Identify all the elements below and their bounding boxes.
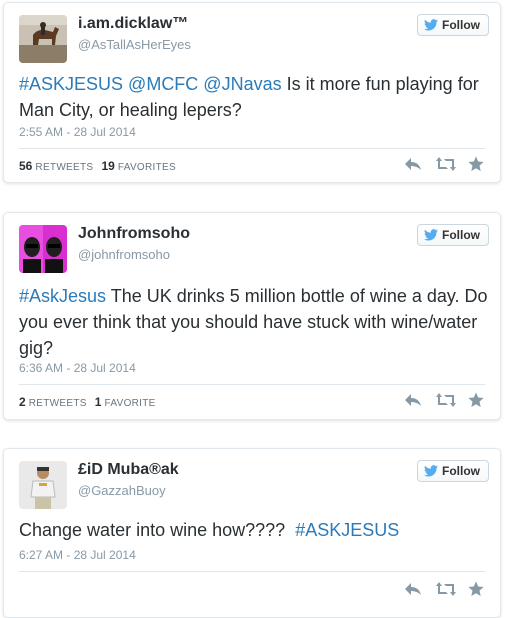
reply-icon[interactable] xyxy=(404,581,422,597)
tweet-stats: 2 RETWEETS 1 FAVORITE xyxy=(19,395,161,409)
follow-button[interactable]: Follow xyxy=(417,224,489,246)
tweet-actions xyxy=(404,392,486,408)
reply-icon[interactable] xyxy=(404,156,422,172)
follow-button[interactable]: Follow xyxy=(417,460,489,482)
tweet-stats: 56 RETWEETS 19 FAVORITES xyxy=(19,159,181,173)
avatar[interactable] xyxy=(19,461,67,509)
favorite-label: FAVORITE xyxy=(104,398,156,409)
hashtag-link[interactable]: #AskJesus xyxy=(19,286,106,306)
tweet-actions xyxy=(404,156,486,172)
favorite-label: FAVORITES xyxy=(117,162,176,173)
timestamp[interactable]: 6:36 AM - 28 Jul 2014 xyxy=(19,361,136,375)
divider xyxy=(19,148,485,149)
avatar[interactable] xyxy=(19,225,67,273)
follow-label: Follow xyxy=(442,18,480,32)
tweet-text: Change water into wine how???? #ASKJESUS xyxy=(19,517,489,543)
display-name[interactable]: £iD Muba®ak xyxy=(78,461,179,479)
retweet-count[interactable]: 2 xyxy=(19,395,26,409)
reply-icon[interactable] xyxy=(404,392,422,408)
twitter-bird-icon xyxy=(424,19,438,31)
divider xyxy=(19,384,485,385)
follow-label: Follow xyxy=(442,464,480,478)
favorite-count[interactable]: 19 xyxy=(101,159,114,173)
twitter-bird-icon xyxy=(424,465,438,477)
hashtag-link[interactable]: #ASKJESUS xyxy=(295,520,399,540)
user-handle[interactable]: @AsTallAsHerEyes xyxy=(78,37,191,52)
follow-label: Follow xyxy=(442,228,480,242)
star-icon[interactable] xyxy=(468,581,486,597)
retweet-icon[interactable] xyxy=(436,392,456,408)
twitter-bird-icon xyxy=(424,229,438,241)
hashtag-link[interactable]: #ASKJESUS @MCFC @JNavas xyxy=(19,74,282,94)
avatar[interactable] xyxy=(19,15,67,63)
star-icon[interactable] xyxy=(468,392,486,408)
timestamp[interactable]: 2:55 AM - 28 Jul 2014 xyxy=(19,125,136,139)
tweet-card: £iD Muba®ak @GazzahBuoy Follow Change wa… xyxy=(3,448,501,618)
display-name[interactable]: Johnfromsoho xyxy=(78,225,190,243)
tweet-body-text: Change water into wine how???? xyxy=(19,520,296,540)
tweet-card: Johnfromsoho @johnfromsoho Follow #AskJe… xyxy=(3,212,501,420)
user-handle[interactable]: @GazzahBuoy xyxy=(78,483,166,498)
tweet-card: i.am.dicklaw™ @AsTallAsHerEyes Follow #A… xyxy=(3,2,501,183)
retweet-icon[interactable] xyxy=(436,581,456,597)
tweet-text: #ASKJESUS @MCFC @JNavas Is it more fun p… xyxy=(19,71,489,123)
retweet-label: RETWEETS xyxy=(28,398,87,409)
display-name[interactable]: i.am.dicklaw™ xyxy=(78,15,188,33)
tweet-text: #AskJesus The UK drinks 5 million bottle… xyxy=(19,283,489,361)
tweet-actions xyxy=(404,581,486,597)
retweet-icon[interactable] xyxy=(436,156,456,172)
divider xyxy=(19,571,485,572)
favorite-count[interactable]: 1 xyxy=(95,395,102,409)
star-icon[interactable] xyxy=(468,156,486,172)
retweet-label: RETWEETS xyxy=(35,162,94,173)
user-handle[interactable]: @johnfromsoho xyxy=(78,247,170,262)
retweet-count[interactable]: 56 xyxy=(19,159,32,173)
timestamp[interactable]: 6:27 AM - 28 Jul 2014 xyxy=(19,548,136,562)
follow-button[interactable]: Follow xyxy=(417,14,489,36)
